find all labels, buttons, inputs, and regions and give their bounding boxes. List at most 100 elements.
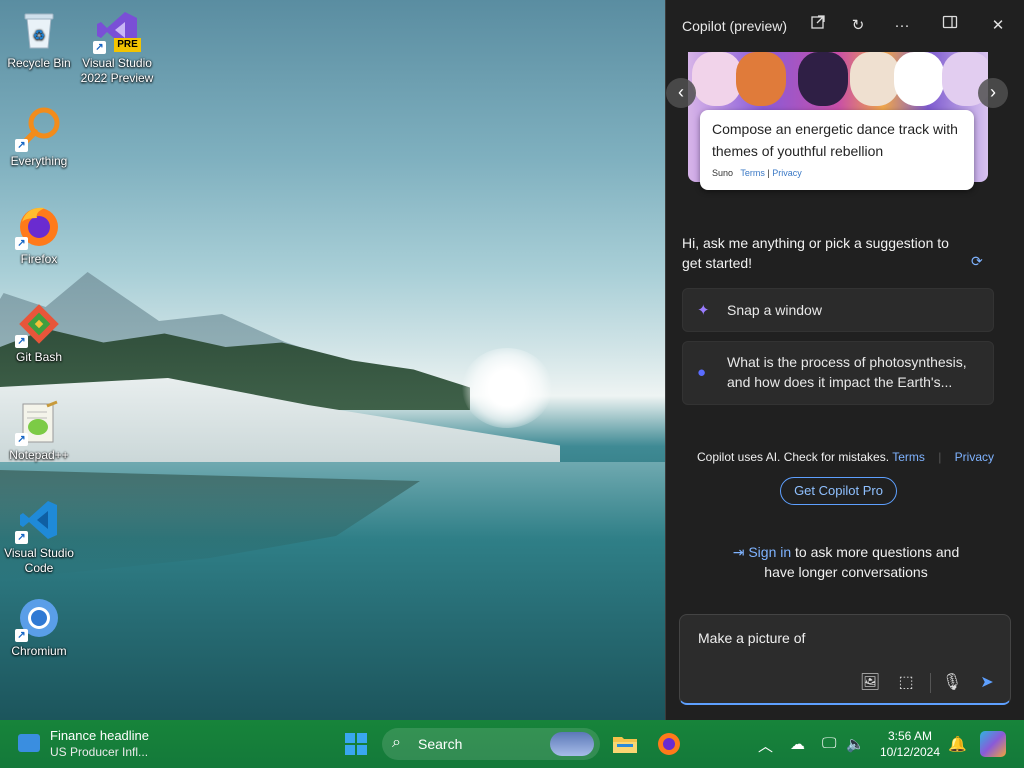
tray-volume[interactable]: 🔈: [846, 735, 865, 753]
vscode-icon: ↗: [15, 498, 61, 544]
desktop-icon-vscode[interactable]: ↗ Visual Studio Code: [1, 498, 77, 576]
taskbar-file-explorer[interactable]: [612, 731, 638, 757]
desktop-icon-everything[interactable]: ↗ Everything: [1, 106, 77, 169]
recycle-bin-icon: ♻: [17, 8, 61, 52]
privacy-link[interactable]: Privacy: [772, 168, 802, 178]
network-icon: 🖵: [822, 735, 837, 752]
terms-link[interactable]: Terms: [740, 168, 765, 178]
carousel-prompt-card[interactable]: Compose an energetic dance track with th…: [700, 110, 974, 190]
copilot-taskbar-button[interactable]: [980, 731, 1006, 757]
provider-name: Suno: [712, 168, 734, 178]
privacy-link[interactable]: Privacy: [955, 450, 994, 464]
chat-input[interactable]: [696, 629, 920, 647]
taskbar-clock[interactable]: 3:56 AM 10/12/2024: [872, 728, 948, 760]
link-separator: |: [767, 168, 770, 178]
carousel-character: [736, 52, 786, 106]
suggestion-label: What is the process of photosynthesis, a…: [727, 354, 967, 390]
carousel-prev-button[interactable]: ‹: [666, 78, 696, 108]
desktop-icon-notepad-plus-plus[interactable]: ↗ Notepad++: [1, 400, 77, 463]
svg-text:♻: ♻: [33, 27, 46, 43]
shortcut-arrow-icon: ↗: [15, 237, 28, 250]
refresh-button[interactable]: ↻: [846, 14, 870, 38]
news-widget-icon: [18, 734, 40, 752]
desktop-icon-label: Visual Studio Code: [4, 546, 74, 575]
get-copilot-pro-button[interactable]: Get Copilot Pro: [780, 477, 897, 505]
chromium-icon: ↗: [15, 596, 61, 642]
terms-link[interactable]: Terms: [892, 450, 925, 464]
chevron-left-icon: ‹: [678, 82, 684, 102]
desktop-icon-label: Firefox: [20, 252, 58, 266]
wallpaper-sun: [462, 348, 552, 428]
image-add-icon: 🖼: [859, 674, 881, 691]
screenshot-button[interactable]: ⬚: [894, 671, 918, 695]
search-magnifier-icon: ↗: [15, 106, 61, 152]
chat-input-box[interactable]: 🖼 ⬚ 🎙 ➤: [679, 614, 1011, 705]
desktop-wallpaper: [0, 0, 665, 720]
folder-icon: [613, 737, 637, 753]
disclaimer-text: Copilot uses AI. Check for mistakes.: [696, 450, 890, 464]
notifications-button[interactable]: 🔔: [948, 735, 967, 753]
more-icon: ···: [894, 17, 910, 34]
copilot-header: Copilot (preview) ↻ ··· ✕: [666, 0, 1024, 52]
dock-button[interactable]: [938, 14, 962, 38]
microphone-icon: 🎙: [941, 674, 963, 691]
carousel-character: [798, 52, 848, 106]
desktop-icon-chromium[interactable]: ↗ Chromium: [1, 596, 77, 659]
divider: [930, 673, 931, 693]
shortcut-arrow-icon: ↗: [15, 629, 28, 642]
more-options-button[interactable]: ···: [890, 14, 914, 38]
desktop-icon-visual-studio-preview[interactable]: PRE ↗ Visual Studio 2022 Preview: [79, 8, 155, 86]
taskbar-search[interactable]: ⌕ Search: [382, 728, 600, 760]
start-button[interactable]: [345, 733, 367, 755]
chat-bubble-icon: ●: [697, 364, 707, 381]
widget-subtitle: US Producer Infl...: [50, 745, 149, 759]
suggestion-label: Snap a window: [727, 302, 822, 318]
suggestion-snap-window[interactable]: ✦ Snap a window: [682, 288, 994, 332]
send-button[interactable]: ➤: [975, 671, 999, 695]
firefox-icon: [658, 733, 680, 755]
sign-in-prompt: ⇥ Sign in to ask more questions and have…: [716, 542, 976, 582]
clock-date: 10/12/2024: [879, 745, 941, 759]
tray-overflow-button[interactable]: ︿: [758, 735, 773, 756]
suggestion-photosynthesis[interactable]: ● What is the process of photosynthesis,…: [682, 341, 994, 405]
desktop-icon-git-bash[interactable]: ↗ Git Bash: [1, 302, 77, 365]
clock-time: 3:56 AM: [887, 729, 933, 743]
firefox-icon: ↗: [15, 204, 61, 250]
sign-in-link[interactable]: Sign in: [748, 544, 791, 560]
taskbar-firefox[interactable]: [656, 731, 682, 757]
desktop-icon-label: Recycle Bin: [7, 56, 71, 70]
notepad-plus-plus-icon: ↗: [15, 400, 61, 446]
carousel-prompt-text: Compose an energetic dance track with th…: [712, 121, 958, 159]
carousel-next-button[interactable]: ›: [978, 78, 1008, 108]
add-image-button[interactable]: 🖼: [858, 671, 882, 695]
carousel-provider: Suno Terms | Privacy: [712, 168, 802, 178]
visual-studio-icon: PRE ↗: [93, 8, 141, 54]
voice-input-button[interactable]: 🎙: [940, 671, 964, 695]
divider: |: [938, 450, 942, 464]
cloud-icon: ☁: [790, 736, 805, 753]
shortcut-arrow-icon: ↗: [15, 139, 28, 152]
desktop-icon-label: Everything: [10, 154, 68, 168]
desktop-icon-firefox[interactable]: ↗ Firefox: [1, 204, 77, 267]
close-button[interactable]: ✕: [986, 14, 1010, 38]
desktop-icon-label: Visual Studio 2022 Preview: [80, 56, 154, 85]
copilot-panel: Copilot (preview) ↻ ··· ✕ ‹ › Compose an…: [665, 0, 1024, 720]
screenshot-icon: ⬚: [898, 674, 914, 691]
desktop-icon-recycle-bin[interactable]: ♻ Recycle Bin: [1, 8, 77, 71]
refresh-suggestions-button[interactable]: ⟳: [971, 253, 983, 270]
tray-onedrive[interactable]: ☁: [790, 735, 805, 753]
close-icon: ✕: [991, 17, 1005, 34]
bell-icon: 🔔: [948, 736, 967, 753]
sign-in-icon: ⇥: [732, 544, 745, 560]
shortcut-arrow-icon: ↗: [93, 41, 106, 54]
carousel-character: [692, 52, 742, 106]
search-label: Search: [418, 736, 463, 752]
open-in-browser-button[interactable]: [806, 14, 830, 38]
side-panel-icon: [942, 15, 958, 29]
external-link-icon: [811, 15, 825, 29]
sign-in-text: to ask more questions and have longer co…: [764, 544, 960, 580]
tray-network[interactable]: 🖵: [822, 735, 836, 752]
search-icon: ⌕: [392, 734, 401, 751]
sparkle-icon: ✦: [697, 302, 710, 319]
speaker-icon: 🔈: [846, 736, 865, 753]
